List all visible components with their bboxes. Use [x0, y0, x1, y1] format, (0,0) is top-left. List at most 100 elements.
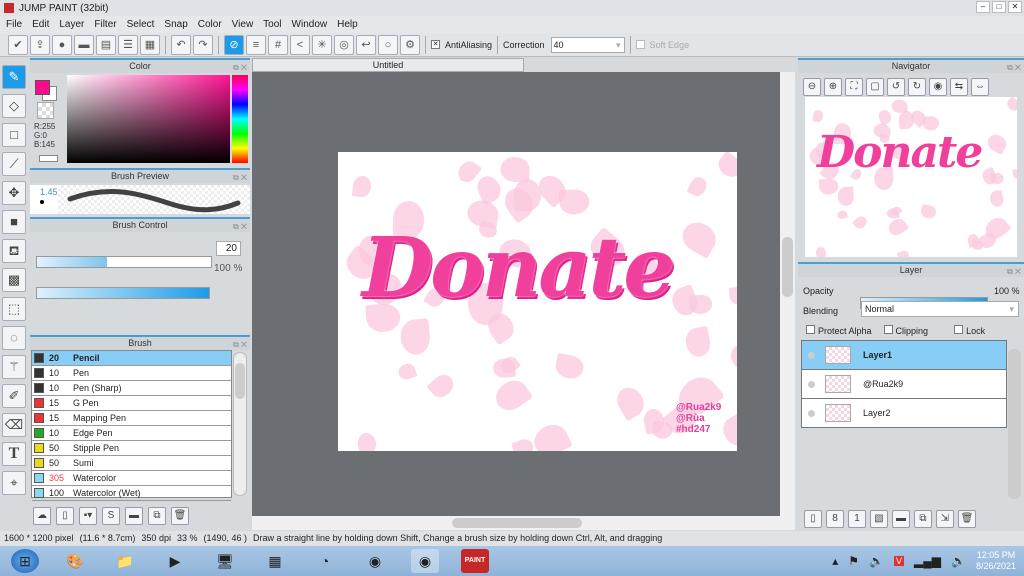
lasso-tool-icon[interactable]: ◌ — [2, 326, 26, 350]
fill-rect-tool-icon[interactable]: ■ — [2, 210, 26, 234]
media-player-icon[interactable]: ▶ — [161, 549, 189, 573]
menu-view[interactable]: View — [232, 19, 254, 30]
new-layer-icon[interactable]: ▯ — [804, 510, 822, 528]
menu-tool[interactable]: Tool — [263, 19, 281, 30]
minimize-button[interactable]: – — [976, 1, 990, 13]
speech-bubble-icon[interactable]: ● — [52, 34, 72, 55]
fit-window-icon[interactable]: ⛶ — [845, 78, 863, 96]
check-icon[interactable]: ✔ — [8, 34, 28, 55]
flip-icon[interactable]: ⇆ — [950, 78, 968, 96]
calculator-icon[interactable]: ▦ — [261, 549, 289, 573]
share-icon[interactable]: ⇪ — [30, 34, 50, 55]
clock[interactable]: 12:05 PM 8/26/2021 — [976, 550, 1016, 572]
eraser-tool-icon[interactable]: ◇ — [2, 94, 26, 118]
layer-list-scrollbar[interactable] — [1008, 349, 1021, 499]
volume-icon[interactable]: 🔊 — [951, 554, 966, 568]
list-icon[interactable]: ☰ — [118, 34, 138, 55]
duplicate-brush-icon[interactable]: ⧉ — [148, 507, 166, 525]
rotate-right-icon[interactable]: ↻ — [908, 78, 926, 96]
ellipse-icon[interactable]: ○ — [378, 34, 398, 55]
brush-item[interactable]: 20 Pencil — [32, 351, 231, 366]
zoom-in-icon[interactable]: ⊕ — [824, 78, 842, 96]
hue-slider[interactable] — [232, 75, 248, 163]
zoom-out-icon[interactable]: ⊖ — [803, 78, 821, 96]
menu-help[interactable]: Help — [337, 19, 358, 30]
grid-edit-icon[interactable]: ▦ — [140, 34, 160, 55]
select-eraser-tool-icon[interactable]: ⌫ — [2, 413, 26, 437]
reset-rotation-icon[interactable]: ◉ — [929, 78, 947, 96]
clipping-checkbox[interactable]: Clipping — [883, 325, 928, 336]
actual-size-icon[interactable]: ▢ — [866, 78, 884, 96]
brush-tool-icon[interactable]: ✎ — [2, 65, 26, 89]
drawing-canvas[interactable]: Donate @Rua2k9 @Rùa #hd247 — [338, 152, 737, 451]
layer-item[interactable]: Layer2 — [802, 399, 1006, 428]
brush-settings-icon[interactable]: S — [102, 507, 120, 525]
blending-select[interactable]: Normal ▾ — [861, 301, 1019, 317]
brush-size-input[interactable]: 20 — [216, 241, 241, 256]
menu-layer[interactable]: Layer — [59, 19, 84, 30]
select-pen-tool-icon[interactable]: ✐ — [2, 384, 26, 408]
file-explorer-icon[interactable]: 📁 — [111, 549, 139, 573]
undo-icon[interactable]: ↶ — [171, 34, 191, 55]
new-tone-layer-icon[interactable]: ▧ — [870, 510, 888, 528]
layer-item[interactable]: Layer1 — [802, 341, 1006, 370]
settings-icon[interactable]: ⚙ — [400, 34, 420, 55]
new-1bit-layer-icon[interactable]: 1 — [848, 510, 866, 528]
menu-snap[interactable]: Snap — [164, 19, 187, 30]
correction-select[interactable]: 40 ▾ — [550, 36, 625, 53]
soft-edge-checkbox[interactable] — [635, 40, 645, 49]
menu-filter[interactable]: Filter — [94, 19, 116, 30]
foreground-color-swatch[interactable] — [35, 80, 50, 95]
visibility-toggle-icon[interactable] — [808, 380, 815, 388]
antivirus-icon[interactable]: V — [894, 556, 905, 566]
chrome-icon[interactable]: ◉ — [361, 549, 389, 573]
brush-item[interactable]: 10 Pen — [32, 366, 231, 381]
new-folder-icon[interactable]: ▬ — [892, 510, 910, 528]
brush-item[interactable]: 50 Sumi — [32, 456, 231, 471]
flip-horizontal-icon[interactable]: ⇔ — [971, 78, 989, 96]
concentric-icon[interactable]: ◎ — [334, 34, 354, 55]
close-button[interactable]: ✕ — [1008, 1, 1022, 13]
speaker-icon[interactable]: 🔈 — [869, 554, 884, 568]
brush-type-menu-icon[interactable]: ▪▾ — [79, 507, 97, 525]
magic-wand-tool-icon[interactable]: ⚚ — [2, 355, 26, 379]
radial-icon[interactable]: ✳ — [312, 34, 332, 55]
menu-edit[interactable]: Edit — [32, 19, 49, 30]
brush-item[interactable]: 100 Watercolor (Wet) — [32, 486, 231, 501]
transform-tool-icon[interactable]: ⌖ — [2, 471, 26, 495]
brush-item[interactable]: 15 Mapping Pen — [32, 411, 231, 426]
perspective-icon[interactable]: < — [290, 34, 310, 55]
paint-app-icon[interactable]: 🎨 — [61, 549, 89, 573]
brush-item[interactable]: 10 Pen (Sharp) — [32, 381, 231, 396]
brush-list-scrollbar[interactable] — [233, 352, 247, 496]
new-brush-icon[interactable]: ▯ — [56, 507, 74, 525]
brush-item[interactable]: 10 Edge Pen — [32, 426, 231, 441]
canvas-vertical-scrollbar[interactable] — [780, 72, 795, 516]
menu-select[interactable]: Select — [127, 19, 155, 30]
parallel-lines-icon[interactable]: ≡ — [246, 34, 266, 55]
new-8bit-layer-icon[interactable]: 8 — [826, 510, 844, 528]
network-signal-icon[interactable]: ▂▄▆ — [914, 554, 941, 568]
curve-icon[interactable]: ↩ — [356, 34, 376, 55]
brush-folder-icon[interactable]: ▬ — [125, 507, 143, 525]
grid-icon[interactable]: # — [268, 34, 288, 55]
visibility-toggle-icon[interactable] — [808, 409, 815, 417]
transparent-color-swatch[interactable] — [37, 102, 54, 119]
rotate-left-icon[interactable]: ↺ — [887, 78, 905, 96]
delete-layer-icon[interactable]: 🗑 — [958, 510, 976, 528]
delete-brush-icon[interactable]: 🗑 — [171, 507, 189, 525]
document-tab[interactable]: Untitled — [252, 58, 524, 72]
layer-item[interactable]: @Rua2k9 — [802, 370, 1006, 399]
color-mode-button[interactable] — [39, 155, 58, 162]
brush-size-slider[interactable] — [36, 256, 212, 268]
antialiasing-checkbox[interactable]: ✕ — [431, 40, 440, 49]
gradient-tool-icon[interactable]: ▩ — [2, 268, 26, 292]
page-icon[interactable]: ▤ — [96, 34, 116, 55]
maximize-button[interactable]: □ — [992, 1, 1006, 13]
redo-icon[interactable]: ↷ — [193, 34, 213, 55]
lock-checkbox[interactable]: Lock — [954, 325, 985, 336]
bucket-tool-icon[interactable]: ⛾ — [2, 239, 26, 263]
download-brush-icon[interactable]: ☁ — [33, 507, 51, 525]
merge-layer-icon[interactable]: ⇲ — [936, 510, 954, 528]
menu-color[interactable]: Color — [198, 19, 222, 30]
